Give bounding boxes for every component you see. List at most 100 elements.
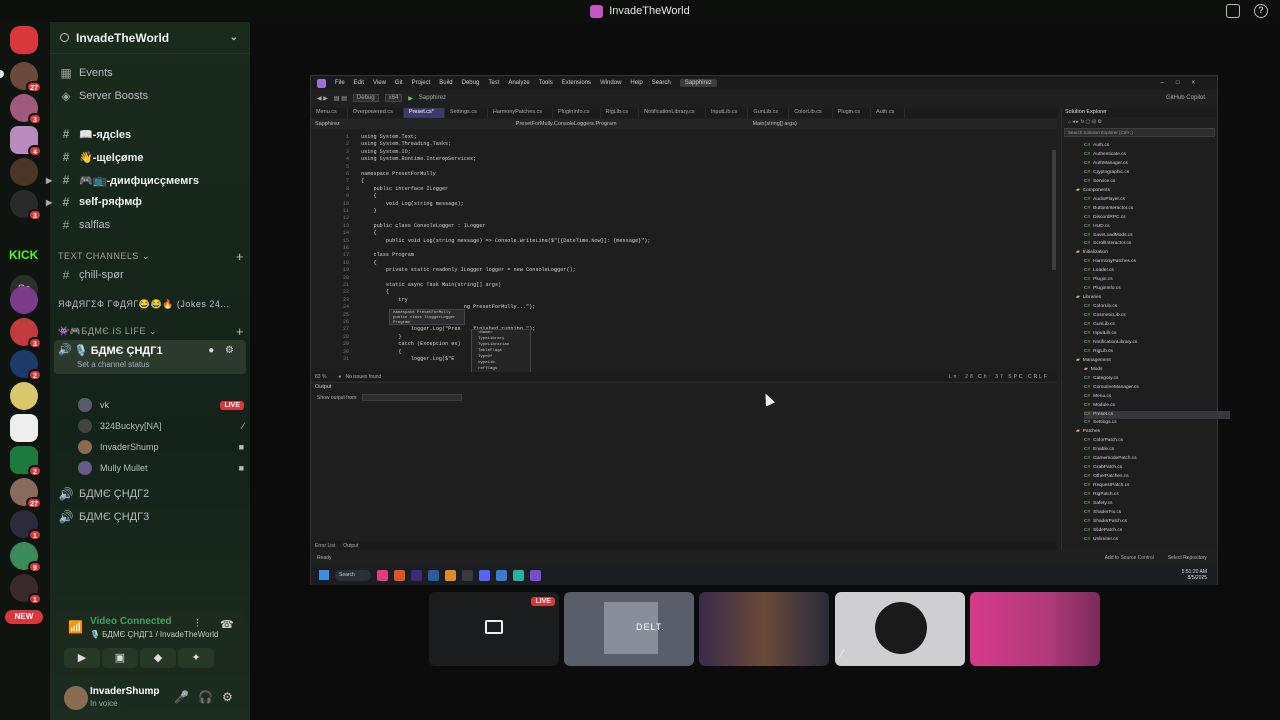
csharp-file-icon: C# (1084, 160, 1091, 166)
voice-user[interactable]: 324Buckyy[NA] ⁄ (78, 416, 244, 436)
voice-channel-active[interactable]: 🔊 🎙️ БДМЄ ÇНДГ1 Set a channel status ● ⚙ (54, 340, 246, 374)
server-icon[interactable]: 3 (10, 94, 42, 125)
disconnect-icon[interactable]: ☎ (220, 618, 234, 631)
run-target: Sapphirez (418, 95, 446, 101)
server-icon[interactable]: 3 (10, 190, 42, 221)
tree-file: C# Authenticate.cs (1084, 151, 1126, 157)
voice-user[interactable]: InvaderShump ■ (78, 437, 244, 457)
avatar[interactable] (64, 686, 88, 710)
participant-tile-screenshare[interactable]: LIVE (429, 592, 559, 666)
noise-suppression-icon[interactable]: ⫶ (196, 618, 199, 631)
csharp-file-icon: C# (1084, 384, 1091, 390)
csharp-file-icon: C# (1084, 483, 1091, 489)
code-line: } (361, 333, 402, 340)
code-line: } (361, 208, 377, 214)
server-icon[interactable]: 3 (10, 318, 42, 349)
participant-tile[interactable] (970, 592, 1100, 666)
title-bar: InvadeTheWorld ? (0, 0, 1280, 22)
tree-file: C# ColorPatch.cs (1084, 438, 1123, 444)
server-icon[interactable] (10, 382, 38, 410)
server-icon[interactable]: 4 (10, 126, 42, 157)
editor-status-strip: 83 % ● No issues found Ln: 28 Ch: 37 SPC… (311, 372, 1057, 381)
server-header[interactable]: InvadeTheWorld ⌄ (50, 22, 250, 54)
csharp-file-icon: C# (1084, 492, 1091, 498)
server-icon[interactable] (10, 414, 38, 442)
nav-back-icon: ◀ ▶ (317, 95, 328, 102)
screen-share-button[interactable]: ▣ (102, 648, 138, 668)
server-icon[interactable]: 1 (10, 574, 42, 605)
headphones-icon[interactable]: 🎧 (198, 690, 213, 704)
channel-item[interactable]: # 👋-щelçøme (58, 147, 244, 167)
editor-scrollbar (1051, 130, 1057, 372)
server-icon[interactable]: 2 (10, 446, 42, 477)
csharp-file-icon: C# (1084, 268, 1091, 274)
server-icon[interactable] (10, 286, 38, 314)
channel-item[interactable]: ▶ # self-pяфмф (46, 192, 244, 212)
csharp-file-icon: C# (1084, 536, 1091, 542)
participant-tile[interactable]: DELT. (564, 592, 694, 666)
server-icon[interactable]: 9 (10, 542, 42, 573)
calendar-icon: ▦ (60, 66, 72, 80)
channel-item[interactable]: # 📖-ядcles (58, 124, 244, 144)
line-number: 15 (342, 237, 349, 244)
participant-tile[interactable]: ⁄ (835, 592, 965, 666)
settings-gear-icon[interactable]: ⚙ (222, 690, 233, 704)
bottom-tool-tabs: Error List Output (311, 541, 1057, 550)
line-number: 25 (342, 311, 349, 318)
csharp-file-icon: C# (1084, 205, 1091, 211)
line-number: 5 (345, 163, 349, 170)
scroll-thumb (1052, 150, 1056, 270)
server-boosts-item[interactable]: ◈ Server Boosts (58, 86, 244, 106)
inbox-icon[interactable] (1226, 4, 1240, 18)
vs-navigation-bar: Sapphirez PresetForMully.ConsoleLoggers.… (311, 119, 1057, 129)
camera-button[interactable]: ▶ (64, 648, 100, 668)
channel-item[interactable]: # salfias (58, 215, 244, 235)
line-number: 17 (342, 252, 349, 259)
csharp-file-icon: C# (1084, 232, 1091, 238)
voice-channel[interactable]: 🔊 БДМЄ ÇНДГ3 (58, 507, 244, 527)
hashtag-icon: # (62, 195, 70, 209)
csharp-file-icon: C# (1084, 518, 1091, 524)
muted-icon: ⁄ (841, 647, 844, 661)
channel-item[interactable]: # çhill-spør (58, 265, 244, 285)
line-number: 2 (345, 141, 349, 148)
category-voice[interactable]: 👾🎮БДМЄ IS LIFE ⌄ + (58, 324, 244, 339)
line-number: 11 (342, 208, 349, 214)
code-line: using System.Threading.Tasks; (361, 141, 452, 148)
participant-tile[interactable] (699, 592, 829, 666)
tree-file: C# Module.cs (1084, 402, 1116, 408)
voice-channel[interactable]: 🔊 БДМЄ ÇНДГ2 (58, 484, 244, 504)
channel-item[interactable]: ▶ # 🎮📺-диифцисçмeмгs (46, 170, 244, 190)
server-icon[interactable]: 27 (10, 62, 42, 93)
microphone-icon[interactable]: 🎤 (174, 690, 189, 704)
activities-button[interactable]: ◆ (140, 648, 176, 668)
tree-folder: ▰ Patches (1076, 429, 1101, 435)
kick-server-icon[interactable]: KICK (9, 248, 38, 262)
category-text-channels[interactable]: TEXT CHANNELS ⌄ + (58, 249, 244, 264)
tree-file: C# ShaderPatch.cs (1084, 518, 1128, 524)
hashtag-icon: # (62, 127, 70, 141)
server-icon[interactable]: 1 (10, 510, 42, 541)
voice-channel-actions[interactable]: ● ⚙ (208, 345, 238, 356)
help-icon[interactable]: ? (1254, 4, 1268, 18)
code-line: { (361, 289, 390, 296)
line-number: 24 (342, 304, 349, 311)
category-collapsed[interactable]: ЯФДЯГΣФ ГФДЯГ😂😂🔥 (Jokes 24... (58, 297, 244, 311)
soundboard-button[interactable]: ✦ (178, 648, 214, 668)
voice-user[interactable]: Mully Mullet ■ (78, 458, 244, 478)
server-icon[interactable]: 2 (10, 350, 42, 381)
avatar (78, 398, 92, 412)
code-line: using System.IO; (361, 148, 411, 155)
app-icon (496, 569, 507, 581)
discord-home-icon[interactable] (10, 26, 38, 54)
tree-file: C# Plugin.cs (1084, 277, 1113, 283)
server-icon[interactable] (10, 158, 38, 186)
tree-file: C# Settings.cs (1084, 420, 1117, 426)
add-channel-icon[interactable]: + (236, 249, 244, 264)
csharp-file-icon: C# (1084, 438, 1091, 444)
screenshare-visual-studio[interactable]: File Edit View Git Project Build Debug Test Anal… (310, 75, 1230, 585)
voice-user[interactable]: vk LIVE (78, 395, 244, 415)
add-channel-icon[interactable]: + (236, 324, 244, 339)
server-icon[interactable]: 27 (10, 478, 42, 509)
events-item[interactable]: ▦ Events (58, 63, 244, 83)
